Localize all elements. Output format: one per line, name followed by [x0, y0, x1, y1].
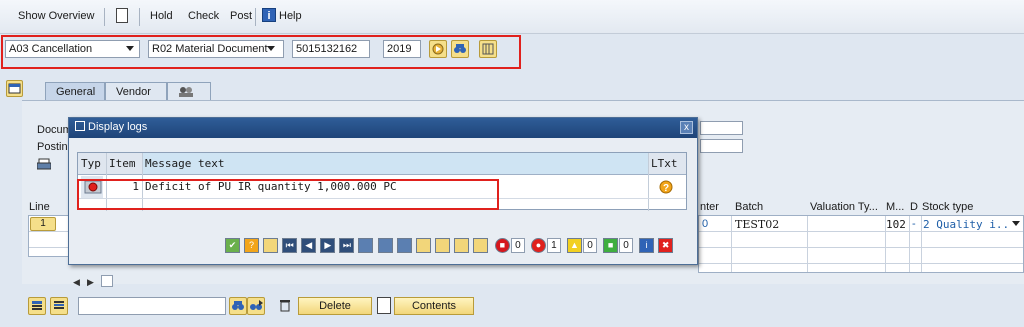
scroll-left-icon[interactable]: ◀	[73, 277, 80, 288]
trash-icon[interactable]	[277, 297, 295, 315]
partner-icon	[179, 87, 193, 97]
error-icon[interactable]: ●	[530, 238, 546, 253]
svg-text:?: ?	[663, 183, 669, 194]
toolbar-separator	[104, 8, 105, 26]
question-icon[interactable]: ?	[656, 176, 684, 198]
tab-partner[interactable]	[167, 82, 211, 100]
find-next-icon[interactable]	[472, 238, 488, 253]
hold-button[interactable]: Hold	[150, 10, 173, 22]
tab-label: General	[56, 86, 96, 98]
success-icon[interactable]: ■	[603, 238, 619, 253]
continue-icon[interactable]: ✔	[225, 238, 240, 253]
toolbar-separator	[255, 8, 256, 26]
table-row	[699, 232, 1023, 248]
search-term-field[interactable]	[78, 297, 226, 315]
sort-ascending-icon[interactable]	[377, 238, 393, 253]
help-info-icon[interactable]: i	[262, 8, 276, 22]
check-button[interactable]: Check	[188, 10, 219, 22]
info-icon[interactable]: i	[639, 238, 655, 253]
header-field[interactable]	[700, 139, 743, 153]
toolbar-separator	[139, 8, 140, 26]
cell-batch[interactable]: TEST02	[735, 218, 779, 231]
column-header-item: Item	[106, 153, 142, 175]
sort-descending-icon[interactable]	[396, 238, 412, 253]
line-number-button[interactable]: 1	[30, 217, 56, 231]
dialog-title-bar: Display logs	[69, 118, 697, 138]
delete-button[interactable]: Delete	[298, 297, 372, 315]
stock-type-dropdown[interactable]: 2 Quality i..	[923, 218, 1009, 231]
success-count: 0	[619, 238, 634, 253]
find-icon[interactable]	[453, 238, 469, 253]
close-icon[interactable]: x	[680, 121, 693, 134]
message-highlight-box	[77, 179, 499, 210]
dialog-toolbar: ✔ ? ⏮ ◀ ▶ ⏭ ■ 0 ● 1 ▲ 0 ■ 0 i ✖	[225, 238, 674, 256]
stop-count: 0	[510, 238, 525, 253]
scroll-right-icon[interactable]: ▶	[87, 277, 94, 288]
tab-vendor[interactable]: Vendor	[105, 82, 167, 100]
table-row	[29, 232, 72, 248]
post-button[interactable]: Post	[230, 10, 252, 22]
warning-icon[interactable]: ▲	[567, 238, 582, 253]
help-button[interactable]: Help	[279, 10, 302, 22]
document-date-label: Docum	[37, 124, 72, 136]
next-page-icon[interactable]: ▶	[320, 238, 336, 253]
cell-debit-credit: -	[912, 218, 916, 230]
window-icon	[75, 121, 85, 131]
error-count: 1	[546, 238, 561, 253]
stop-icon[interactable]: ■	[494, 238, 510, 253]
last-page-icon[interactable]: ⏭	[339, 238, 355, 253]
contents-button[interactable]: Contents	[394, 297, 474, 315]
chevron-down-icon	[1012, 221, 1020, 226]
column-header-ltxt: LTxt	[648, 153, 686, 175]
table-row	[699, 248, 1023, 264]
cancel-icon[interactable]: ✖	[658, 238, 674, 253]
detail-icon[interactable]	[263, 238, 279, 253]
layout-icon[interactable]	[415, 238, 431, 253]
new-document-icon[interactable]	[116, 8, 128, 23]
find-icon[interactable]	[229, 297, 247, 315]
select-all-icon[interactable]	[28, 297, 46, 315]
column-header-type: Typ	[78, 153, 106, 175]
tab-general[interactable]: General	[45, 82, 105, 100]
first-page-icon[interactable]: ⏮	[282, 238, 298, 253]
column-header-message: Message text	[142, 153, 648, 175]
expand-header-icon[interactable]	[6, 80, 23, 97]
header-field[interactable]	[700, 121, 743, 135]
column-divider	[648, 153, 649, 211]
highlight-box	[1, 35, 521, 69]
print-icon[interactable]	[434, 238, 450, 253]
show-overview-button[interactable]: Show Overview	[18, 10, 94, 22]
dialog-title: Display logs	[88, 121, 148, 133]
document-icon	[377, 297, 391, 314]
warning-count: 0	[583, 238, 597, 253]
cell-movement-type[interactable]: 102	[886, 218, 906, 231]
help-icon[interactable]: ?	[244, 238, 260, 253]
find-next-icon[interactable]	[247, 297, 265, 315]
cell-center: 0	[702, 218, 709, 230]
filter-icon[interactable]	[50, 297, 68, 315]
printer-icon[interactable]	[36, 158, 52, 170]
scrollbar-thumb[interactable]	[101, 275, 113, 287]
filter-icon[interactable]	[358, 238, 374, 253]
previous-page-icon[interactable]: ◀	[301, 238, 317, 253]
tab-label: Vendor	[116, 86, 151, 98]
display-logs-dialog: Display logs x Typ Item Message text LTx…	[68, 117, 698, 265]
application-toolbar: Show Overview Hold Check Post i Help	[0, 0, 1024, 34]
